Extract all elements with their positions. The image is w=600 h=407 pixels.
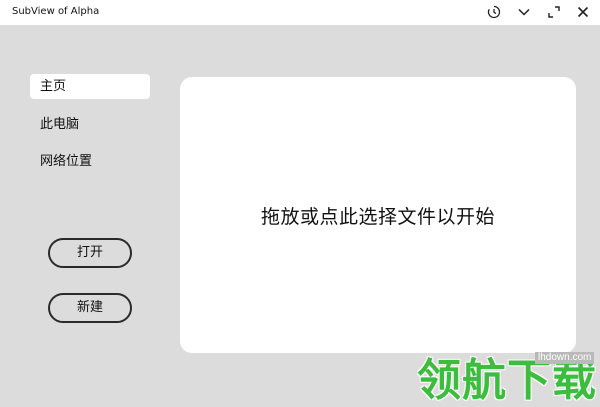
- sidebar-item-label: 网络位置: [40, 154, 93, 169]
- sidebar-item-this-pc[interactable]: 此电脑: [30, 112, 150, 137]
- sidebar-item-label: 主页: [40, 79, 67, 94]
- title-bar: SubView of Alpha: [0, 0, 600, 25]
- sidebar-item-network[interactable]: 网络位置: [30, 149, 150, 174]
- fullscreen-button[interactable]: [543, 3, 565, 21]
- watermark-domain: lhdown.com: [535, 352, 595, 364]
- close-icon: [576, 5, 590, 19]
- close-button[interactable]: [572, 3, 594, 21]
- open-button[interactable]: 打开: [48, 238, 132, 268]
- window-title: SubView of Alpha: [12, 6, 100, 17]
- history-icon: [487, 5, 501, 19]
- drop-zone-prompt: 拖放或点此选择文件以开始: [260, 205, 495, 228]
- sidebar-item-home[interactable]: 主页: [30, 74, 150, 99]
- new-button[interactable]: 新建: [48, 293, 132, 323]
- history-button[interactable]: [483, 3, 505, 21]
- fullscreen-icon: [547, 5, 561, 19]
- file-drop-zone[interactable]: 拖放或点此选择文件以开始: [180, 77, 576, 353]
- dropdown-button[interactable]: [513, 3, 535, 21]
- sidebar-item-label: 此电脑: [40, 117, 80, 132]
- chevron-down-icon: [517, 5, 531, 19]
